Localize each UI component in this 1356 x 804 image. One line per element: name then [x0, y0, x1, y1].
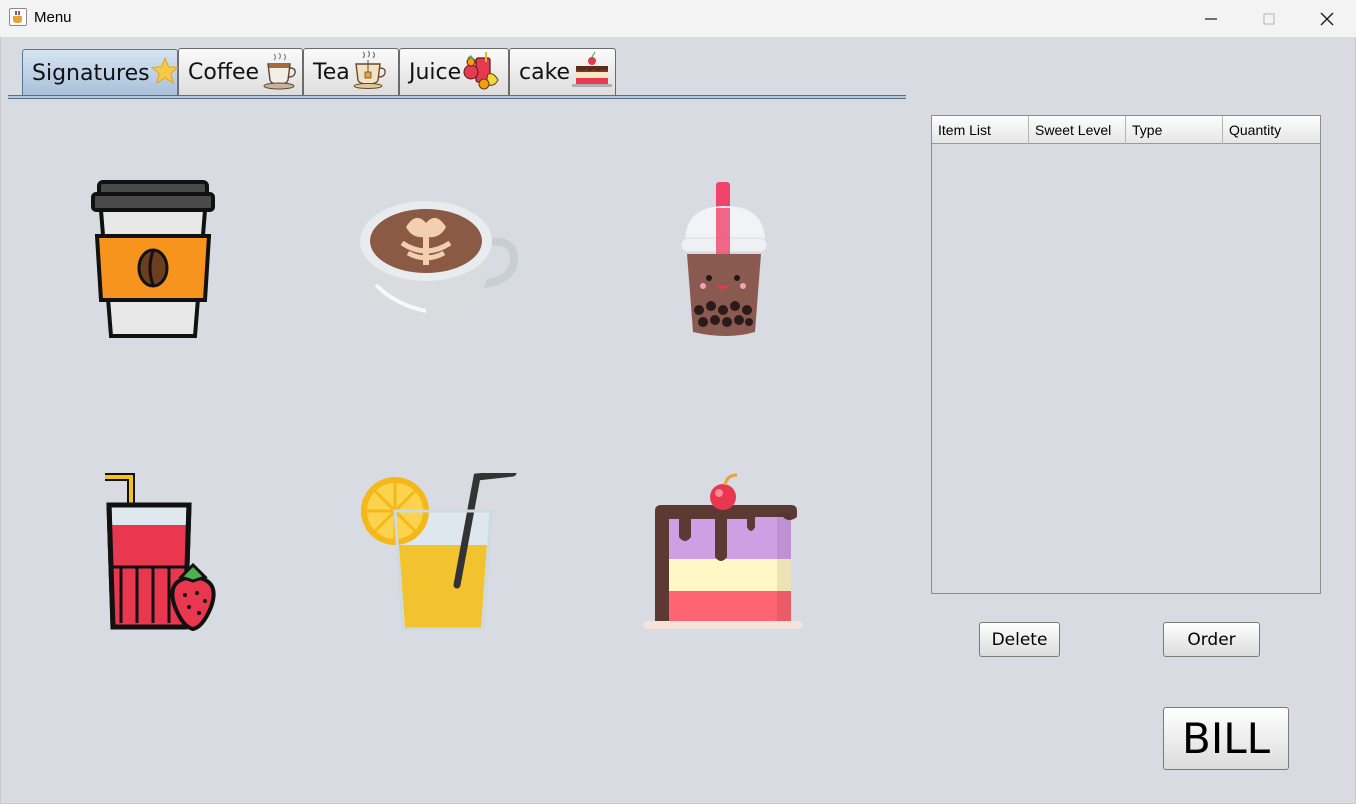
juice-icon — [462, 50, 502, 96]
maximize-button[interactable] — [1240, 0, 1298, 37]
window-title: Menu — [34, 9, 72, 26]
star-icon — [150, 56, 179, 91]
bill-button[interactable]: BILL — [1163, 707, 1289, 770]
java-app-icon — [9, 8, 27, 26]
tea-cup-icon — [351, 50, 389, 96]
delete-button[interactable]: Delete — [979, 622, 1060, 657]
tab-signatures[interactable]: Signatures — [22, 49, 179, 97]
column-header-quantity[interactable]: Quantity — [1223, 116, 1320, 144]
table-header: Item List Sweet Level Type Quantity — [932, 116, 1320, 144]
takeaway-coffee-icon[interactable] — [89, 178, 219, 344]
maximize-icon — [1263, 13, 1275, 24]
lemonade-icon[interactable] — [361, 469, 517, 637]
tab-cake[interactable]: cake — [509, 48, 616, 96]
minimize-icon — [1205, 17, 1217, 20]
cake-icon — [571, 50, 613, 96]
tab-tea[interactable]: Tea — [303, 48, 399, 96]
tab-label: cake — [519, 60, 571, 85]
strawberry-juice-icon[interactable] — [101, 473, 223, 637]
tab-strip-border — [8, 95, 906, 99]
tab-juice[interactable]: Juice — [399, 48, 509, 96]
tab-coffee[interactable]: Coffee — [178, 48, 303, 96]
minimize-button[interactable] — [1182, 0, 1240, 37]
tab-label: Signatures — [32, 61, 150, 86]
close-button[interactable] — [1298, 0, 1356, 37]
layer-cake-icon[interactable] — [641, 473, 805, 637]
column-header-sweet-level[interactable]: Sweet Level — [1029, 116, 1126, 144]
order-table[interactable]: Item List Sweet Level Type Quantity — [931, 115, 1321, 594]
bubble-tea-icon[interactable] — [679, 178, 771, 342]
window-content: Signatures Coffee Tea Juice cake Item Li… — [0, 37, 1356, 804]
column-header-item-list[interactable]: Item List — [932, 116, 1029, 144]
order-button[interactable]: Order — [1163, 622, 1260, 657]
tab-label: Coffee — [188, 60, 260, 85]
title-bar: Menu — [0, 0, 1356, 37]
tab-label: Juice — [409, 60, 462, 85]
column-header-type[interactable]: Type — [1126, 116, 1223, 144]
close-icon — [1320, 12, 1334, 25]
coffee-cup-icon — [260, 50, 300, 96]
latte-icon[interactable] — [356, 199, 521, 325]
tab-label: Tea — [313, 60, 350, 85]
